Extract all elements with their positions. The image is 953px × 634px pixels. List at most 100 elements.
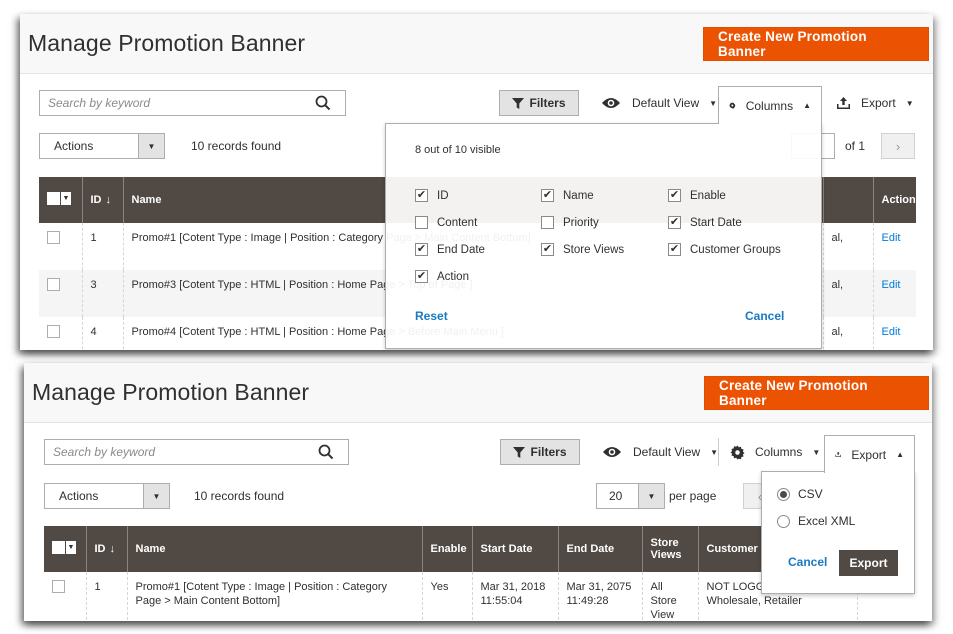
mass-select-header[interactable]: ▼ (44, 526, 86, 572)
mass-actions-select[interactable]: Actions ▼ (39, 133, 165, 159)
column-option-label: Priority (563, 216, 599, 229)
column-header-id[interactable]: ID ↓ (85, 526, 127, 572)
create-new-promotion-banner-button[interactable]: Create New Promotion Banner (704, 376, 929, 410)
checkmark-icon: ✔ (542, 243, 553, 255)
column-option-id[interactable]: ✔ ID (415, 189, 449, 202)
search-icon[interactable] (318, 444, 334, 460)
checkmark-icon: ✔ (416, 270, 427, 282)
row-checkbox[interactable] (52, 580, 65, 593)
next-page-button[interactable]: › (881, 133, 915, 159)
column-option-start-date[interactable]: ✔ Start Date (668, 216, 742, 229)
radio-button[interactable] (777, 514, 790, 528)
chevron-down-icon: ▼ (638, 484, 664, 508)
column-option-customer-groups[interactable]: ✔ Customer Groups (668, 243, 781, 256)
chevron-up-icon: ▲ (803, 101, 811, 110)
cell-customer-groups-tail: al, (822, 270, 873, 317)
columns-dropdown-toggle[interactable]: Columns ▼ (730, 439, 820, 465)
checkbox-checked[interactable]: ✔ (668, 243, 681, 256)
reset-columns-button[interactable]: Reset (415, 309, 448, 323)
page-title: Manage Promotion Banner (28, 30, 306, 56)
mass-actions-select[interactable]: Actions ▼ (44, 483, 170, 509)
export-submit-button[interactable]: Export (839, 550, 898, 576)
records-found: 10 records found (191, 139, 282, 153)
filters-button[interactable]: Filters (499, 90, 579, 116)
edit-link[interactable]: Edit (882, 326, 901, 338)
top-panel-columns-open: Manage Promotion Banner Create New Promo… (20, 14, 933, 350)
toolbar-divider (718, 438, 719, 466)
create-new-promotion-banner-button[interactable]: Create New Promotion Banner (703, 27, 929, 61)
row-checkbox[interactable] (47, 278, 60, 291)
mass-select-checkbox[interactable]: ▼ (52, 541, 76, 554)
export-option-csv[interactable]: CSV (777, 487, 823, 501)
radio-button[interactable] (777, 487, 790, 501)
page-header: Manage Promotion Banner Create New Promo… (20, 14, 933, 74)
per-page-label: per page (669, 489, 717, 503)
row-checkbox[interactable] (47, 325, 60, 338)
export-option-excel-xml[interactable]: Excel XML (777, 514, 855, 528)
search-placeholder: Search by keyword (53, 445, 156, 459)
chevron-down-icon: ▼ (905, 98, 914, 108)
column-option-enable[interactable]: ✔ Enable (668, 189, 726, 202)
cancel-export-button[interactable]: Cancel (788, 555, 827, 569)
cell-id: 4 (81, 317, 123, 350)
per-page-value: 20 (609, 489, 623, 503)
actions-label: Actions (59, 489, 99, 503)
gear-icon (730, 444, 745, 460)
mass-select-checkbox[interactable]: ▼ (47, 192, 71, 205)
checkbox-checked[interactable]: ✔ (415, 243, 428, 256)
default-view-label: Default View (632, 96, 700, 110)
chevron-down-icon: ▼ (143, 484, 169, 508)
export-dropdown-toggle[interactable]: Export ▲ (824, 435, 915, 473)
checkbox-unchecked[interactable] (541, 216, 554, 229)
column-option-content[interactable]: Content (415, 216, 477, 229)
column-option-label: Enable (690, 189, 726, 202)
search-input[interactable]: Search by keyword (39, 90, 346, 116)
default-view-dropdown[interactable]: Default View ▼ (602, 439, 718, 465)
columns-dropdown-panel: 8 out of 10 visible ✔ ID ✔ Name ✔ Enable Conte… (385, 123, 822, 349)
cell-customer-groups-tail: al, (822, 317, 873, 350)
checkbox-checked[interactable]: ✔ (415, 189, 428, 202)
edit-link[interactable]: Edit (882, 279, 901, 291)
cell-start-date: Mar 31, 2018 11:55:04 (471, 572, 558, 621)
edit-link[interactable]: Edit (882, 232, 901, 244)
search-input[interactable]: Search by keyword (44, 439, 349, 465)
column-option-end-date[interactable]: ✔ End Date (415, 243, 485, 256)
column-option-name[interactable]: ✔ Name (541, 189, 594, 202)
checkbox-unchecked[interactable] (415, 216, 428, 229)
column-header-enable[interactable]: Enable (421, 526, 472, 572)
checkmark-icon: ✔ (542, 189, 553, 201)
checkbox-checked[interactable]: ✔ (668, 216, 681, 229)
column-option-label: End Date (437, 243, 485, 256)
default-view-dropdown[interactable]: Default View ▼ (601, 90, 717, 116)
columns-dropdown-toggle[interactable]: Columns ▲ (718, 86, 822, 124)
column-header-id[interactable]: ID ↓ (81, 177, 123, 223)
cell-customer-groups-tail: al, (822, 223, 873, 270)
checkmark-icon: ✔ (416, 243, 427, 255)
column-header-name[interactable]: Name (126, 526, 422, 572)
export-option-label: CSV (798, 487, 823, 501)
per-page-select[interactable]: 20 ▼ (596, 483, 665, 509)
eye-icon (602, 98, 620, 108)
search-icon[interactable] (315, 95, 331, 111)
column-header-start-date[interactable]: Start Date (471, 526, 558, 572)
column-header-action[interactable]: Action (872, 177, 916, 223)
column-option-priority[interactable]: Priority (541, 216, 599, 229)
cancel-columns-button[interactable]: Cancel (745, 309, 784, 323)
export-dropdown-toggle[interactable]: Export ▼ (836, 90, 914, 116)
checkmark-icon: ✔ (669, 189, 680, 201)
column-header-store-views[interactable]: Store Views (641, 526, 698, 572)
chevron-down-icon: ▼ (60, 192, 71, 205)
cell-id: 3 (81, 270, 123, 317)
checkbox-checked[interactable]: ✔ (415, 270, 428, 283)
column-header-end-date[interactable]: End Date (557, 526, 642, 572)
export-dropdown-panel: CSV Excel XML Cancel Export (761, 471, 915, 594)
checkbox-checked[interactable]: ✔ (668, 189, 681, 202)
sort-arrow-icon: ↓ (105, 194, 112, 206)
checkbox-checked[interactable]: ✔ (541, 243, 554, 256)
mass-select-header[interactable]: ▼ (39, 177, 82, 223)
filters-button[interactable]: Filters (500, 439, 580, 465)
column-option-store-views[interactable]: ✔ Store Views (541, 243, 624, 256)
checkbox-checked[interactable]: ✔ (541, 189, 554, 202)
column-option-action[interactable]: ✔ Action (415, 270, 469, 283)
row-checkbox[interactable] (47, 231, 60, 244)
